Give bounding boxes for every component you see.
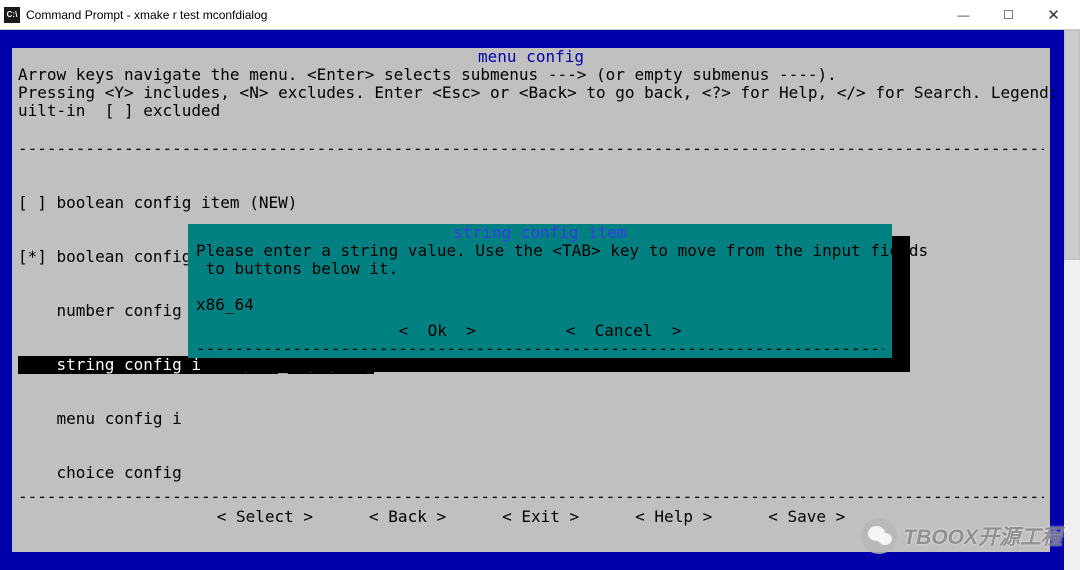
watermark: TBOOX开源工程 [861, 518, 1062, 554]
menuconfig-title: menu config [12, 48, 1050, 66]
list-item[interactable]: [ ] boolean config item (NEW) [18, 194, 374, 212]
wechat-icon [861, 518, 897, 554]
exit-button[interactable]: < Exit > [502, 508, 579, 526]
back-button[interactable]: < Back > [369, 508, 446, 526]
cancel-button[interactable]: < Cancel > [566, 322, 682, 340]
scrollbar-thumb[interactable] [1064, 30, 1080, 260]
help-button[interactable]: < Help > [635, 508, 712, 526]
maximize-button[interactable]: ☐ [986, 0, 1031, 29]
scrollbar[interactable] [1064, 30, 1080, 570]
ok-button[interactable]: < Ok > [399, 322, 476, 340]
save-button[interactable]: < Save > [768, 508, 845, 526]
terminal-area: menu config Arrow keys navigate the menu… [0, 30, 1080, 570]
select-button[interactable]: < Select > [217, 508, 313, 526]
window-controls: — ☐ ✕ [941, 0, 1076, 29]
dialog-input-value[interactable]: x86_64 [196, 296, 254, 314]
watermark-text: TBOOX开源工程 [903, 521, 1062, 551]
list-item[interactable]: menu config i [18, 410, 374, 428]
dialog-buttons: < Ok > < Cancel > [188, 322, 892, 340]
cmd-icon: C:\ [4, 7, 20, 23]
dialog-help-text: Please enter a string value. Use the <TA… [196, 242, 884, 278]
string-input-dialog: string config item Please enter a string… [188, 224, 892, 358]
separator-top: ----------------------------------------… [18, 140, 1044, 158]
window-title: Command Prompt - xmake r test mconfdialo… [26, 8, 941, 22]
menuconfig-box: menu config Arrow keys navigate the menu… [12, 48, 1050, 552]
dialog-title: string config item [188, 224, 892, 242]
minimize-button[interactable]: — [941, 0, 986, 29]
list-item[interactable]: choice config [18, 464, 374, 482]
menuconfig-help: Arrow keys navigate the menu. <Enter> se… [18, 66, 1044, 120]
separator-bottom: ----------------------------------------… [18, 488, 1044, 506]
dialog-separator: ----------------------------------------… [196, 340, 884, 358]
close-button[interactable]: ✕ [1031, 0, 1076, 29]
window-titlebar: C:\ Command Prompt - xmake r test mconfd… [0, 0, 1080, 30]
